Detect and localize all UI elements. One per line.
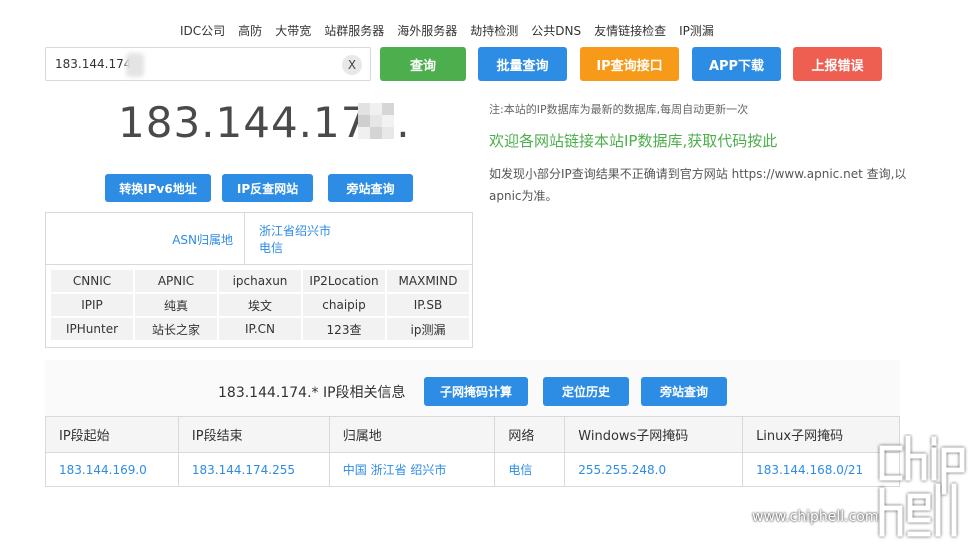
nav-public-dns[interactable]: 公共DNS bbox=[531, 22, 581, 39]
nav-station-server[interactable]: 站群服务器 bbox=[324, 22, 384, 39]
cell-windows-mask[interactable]: 255.255.248.0 bbox=[564, 452, 744, 487]
db-chaipip[interactable]: chaipip bbox=[303, 294, 385, 316]
db-ip-leak[interactable]: ip测漏 bbox=[387, 318, 469, 340]
subnet-calc-button[interactable]: 子网掩码计算 bbox=[424, 377, 528, 406]
nav-bandwidth[interactable]: 大带宽 bbox=[275, 22, 311, 39]
db-iphunter[interactable]: IPHunter bbox=[51, 318, 133, 340]
asn-panel: ASN归属地 浙江省绍兴市 电信 CNNIC APNIC ipchaxun IP… bbox=[45, 212, 473, 348]
nav-hijack-check[interactable]: 劫持检测 bbox=[470, 22, 518, 39]
db-ipsb[interactable]: IP.SB bbox=[387, 294, 469, 316]
table-header-row: IP段起始 IP段结束 归属地 网络 Windows子网掩码 Linux子网掩码 bbox=[45, 416, 900, 453]
cell-ip-end[interactable]: 183.144.174.255 bbox=[177, 452, 330, 487]
asn-row: ASN归属地 浙江省绍兴市 电信 bbox=[46, 213, 472, 265]
chiphell-logo bbox=[879, 435, 965, 537]
db-ipchaxun[interactable]: ipchaxun bbox=[219, 270, 301, 292]
clear-button[interactable]: X bbox=[342, 55, 362, 75]
batch-query-button[interactable]: 批量查询 bbox=[478, 47, 567, 81]
search-box: X bbox=[45, 47, 371, 81]
nav-idc[interactable]: IDC公司 bbox=[180, 22, 225, 39]
database-note: 注:本站的IP数据库为最新的数据库,每周自动更新一次 bbox=[489, 103, 749, 116]
reverse-lookup-button[interactable]: IP反查网站 bbox=[222, 174, 313, 202]
cell-location[interactable]: 中国 浙江省 绍兴市 bbox=[328, 452, 496, 487]
nav-ddos[interactable]: 高防 bbox=[238, 22, 262, 39]
db-maxmind[interactable]: MAXMIND bbox=[387, 270, 469, 292]
col-windows-mask: Windows子网掩码 bbox=[564, 416, 744, 453]
db-123cha[interactable]: 123查 bbox=[303, 318, 385, 340]
redacted-blur bbox=[126, 53, 144, 77]
search-input[interactable] bbox=[46, 48, 326, 80]
link-invite[interactable]: 欢迎各网站链接本站IP数据库,获取代码按此 bbox=[489, 130, 909, 151]
accuracy-note: 如发现小部分IP查询结果不正确请到官方网站 https://www.apnic.… bbox=[489, 167, 907, 203]
redacted-blur-large bbox=[358, 103, 404, 139]
nav-overseas-server[interactable]: 海外服务器 bbox=[397, 22, 457, 39]
col-ip-end: IP段结束 bbox=[177, 416, 330, 453]
db-apnic[interactable]: APNIC bbox=[135, 270, 217, 292]
db-ipcn[interactable]: IP.CN bbox=[219, 318, 301, 340]
asn-label[interactable]: ASN归属地 bbox=[46, 213, 245, 265]
segment-table: IP段起始 IP段结束 归属地 网络 Windows子网掩码 Linux子网掩码… bbox=[45, 416, 900, 487]
convert-ipv6-button[interactable]: 转换IPv6地址 bbox=[105, 174, 211, 202]
col-location: 归属地 bbox=[328, 416, 496, 453]
ip-api-button[interactable]: IP查询接口 bbox=[580, 47, 679, 81]
db-cnnic[interactable]: CNNIC bbox=[51, 270, 133, 292]
db-ipip[interactable]: IPIP bbox=[51, 294, 133, 316]
app-download-button[interactable]: APP下载 bbox=[692, 47, 781, 81]
query-button[interactable]: 查询 bbox=[380, 47, 466, 81]
database-grid: CNNIC APNIC ipchaxun IP2Location MAXMIND… bbox=[51, 270, 469, 340]
watermark-url: www.chiphell.com bbox=[752, 509, 879, 525]
segment-nearby-button[interactable]: 旁站查询 bbox=[641, 377, 727, 406]
nav-ip-leak[interactable]: IP测漏 bbox=[679, 22, 714, 39]
cell-network[interactable]: 电信 bbox=[494, 452, 566, 487]
db-ip2location[interactable]: IP2Location bbox=[303, 270, 385, 292]
cell-ip-start[interactable]: 183.144.169.0 bbox=[45, 452, 179, 487]
asn-isp[interactable]: 电信 bbox=[259, 240, 331, 257]
db-chunzhen[interactable]: 纯真 bbox=[135, 294, 217, 316]
notes-panel: 注:本站的IP数据库为最新的数据库,每周自动更新一次 欢迎各网站链接本站IP数据… bbox=[489, 101, 909, 207]
top-nav: IDC公司 高防 大带宽 站群服务器 海外服务器 劫持检测 公共DNS 友情链接… bbox=[180, 22, 714, 39]
location-history-button[interactable]: 定位历史 bbox=[543, 377, 629, 406]
col-ip-start: IP段起始 bbox=[45, 416, 179, 453]
db-chinaz[interactable]: 站长之家 bbox=[135, 318, 217, 340]
asn-location[interactable]: 浙江省绍兴市 bbox=[259, 223, 331, 240]
segment-title: 183.144.174.* IP段相关信息 bbox=[218, 385, 406, 401]
table-row: 183.144.169.0 183.144.174.255 中国 浙江省 绍兴市… bbox=[45, 452, 900, 487]
asn-value: 浙江省绍兴市 电信 bbox=[259, 223, 331, 257]
nav-link-check[interactable]: 友情链接检查 bbox=[594, 22, 666, 39]
db-aiwen[interactable]: 埃文 bbox=[219, 294, 301, 316]
report-error-button[interactable]: 上报错误 bbox=[793, 47, 882, 81]
col-network: 网络 bbox=[494, 416, 566, 453]
nearby-site-button[interactable]: 旁站查询 bbox=[328, 174, 413, 202]
